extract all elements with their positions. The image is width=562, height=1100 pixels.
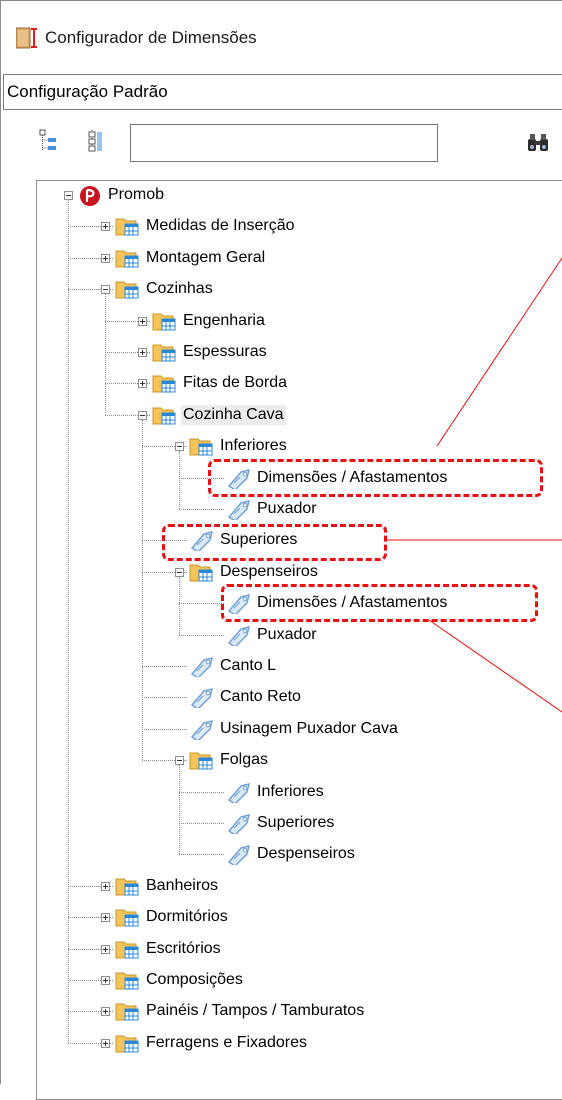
annotation-line [428, 619, 562, 713]
annotation-line [436, 257, 562, 447]
annotation-lines [387, 257, 562, 713]
